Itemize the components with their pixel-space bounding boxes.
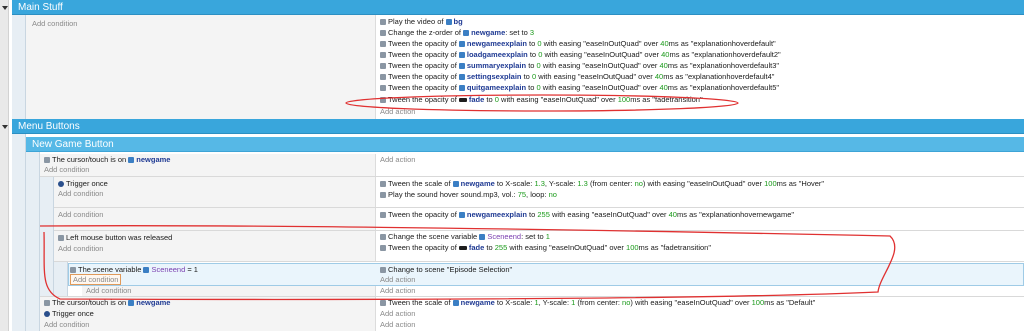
annotation-ellipse [345, 94, 739, 112]
annotation-loop [39, 225, 896, 301]
red-annotation-overlay [39, 94, 896, 301]
